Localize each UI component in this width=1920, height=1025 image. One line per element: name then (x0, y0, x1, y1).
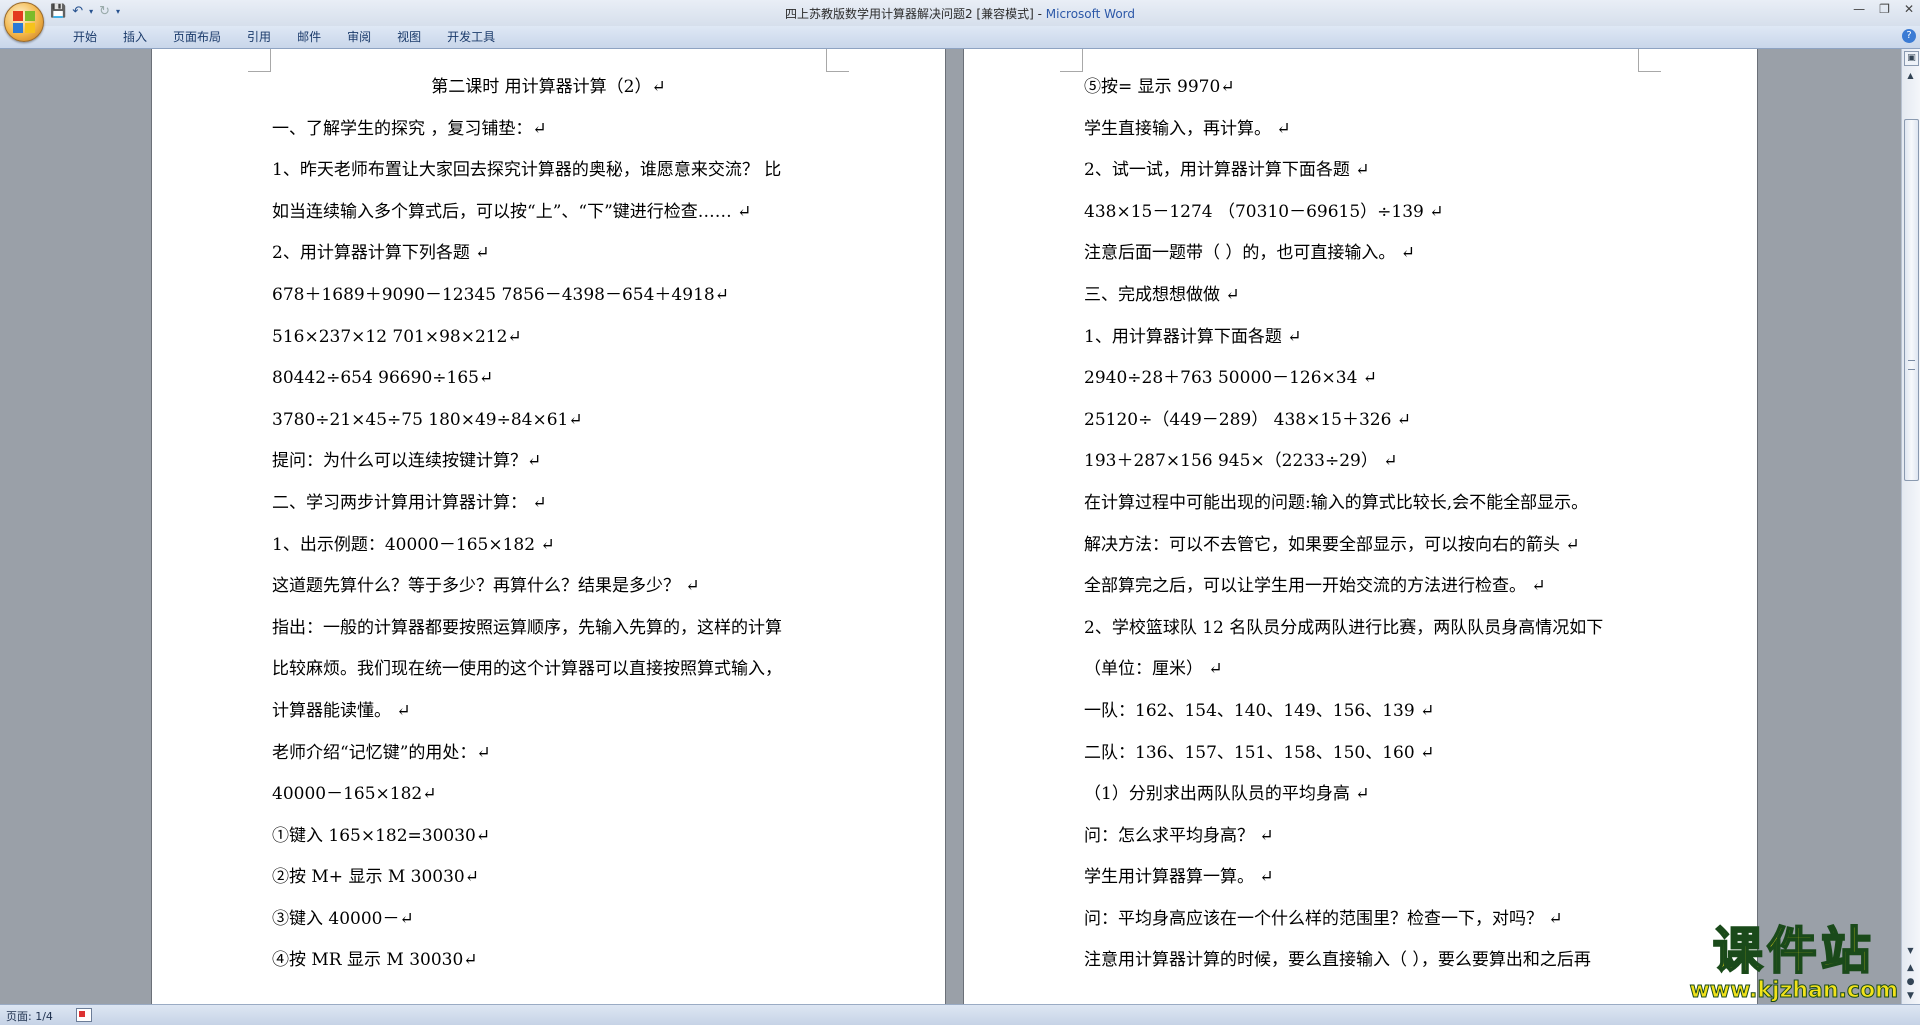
tab-references[interactable]: 引用 (234, 29, 284, 45)
text-line[interactable]: 2940÷28＋763 50000－126×34 ↵ (1084, 358, 1644, 400)
text-line[interactable]: 一队：162、154、140、149、156、139 ↵ (1084, 691, 1644, 733)
crop-mark (1060, 49, 1083, 72)
window-controls: — ❐ ✕ (1853, 2, 1914, 16)
text-line[interactable]: 193＋287×156 945×（2233÷29） ↵ (1084, 441, 1644, 483)
text-line[interactable]: 40000－165×182↵ (272, 774, 832, 816)
text-line[interactable]: 1、出示例题：40000－165×182 ↵ (272, 525, 832, 567)
text-line[interactable]: （1）分别求出两队队员的平均身高 ↵ (1084, 774, 1644, 816)
text-line[interactable]: 516×237×12 701×98×212↵ (272, 317, 832, 359)
select-browse-object-icon[interactable]: ● (1904, 975, 1917, 989)
vertical-scrollbar[interactable]: ▣ ▲ ▼ ▲ ● ▼ (1901, 49, 1920, 1005)
right-page-text[interactable]: ⑤按= 显示 9970↵ 学生直接输入，再计算。 ↵ 2、试一试，用计算器计算下面各… (1084, 67, 1644, 982)
title-bar: 💾 ↶ ▾ ↻ ▾ 四上苏教版数学用计算器解决问题2 [兼容模式] - Micr… (0, 0, 1920, 26)
text-line[interactable]: ④按 MR 显示 M 30030↵ (272, 940, 832, 982)
text-line[interactable]: 在计算过程中可能出现的问题:输入的算式比较长,会不能全部显示。 (1084, 483, 1644, 525)
restore-icon[interactable]: ❐ (1879, 2, 1890, 16)
text-line[interactable]: 80442÷654 96690÷165↵ (272, 358, 832, 400)
text-line[interactable]: 这道题先算什么？等于多少？再算什么？结果是多少？ ↵ (272, 566, 832, 608)
text-line[interactable]: 注意后面一题带（ ）的，也可直接输入。 ↵ (1084, 233, 1644, 275)
minimize-icon[interactable]: — (1853, 2, 1865, 16)
text-line[interactable]: 二、学习两步计算用计算器计算： ↵ (272, 483, 832, 525)
office-logo-icon (13, 11, 35, 33)
text-line[interactable]: 2、用计算器计算下列各题 ↵ (272, 233, 832, 275)
document-title: 四上苏教版数学用计算器解决问题2 [兼容模式] - (784, 7, 1046, 21)
text-line[interactable]: 438×15－1274 （70310－69615）÷139 ↵ (1084, 192, 1644, 234)
document-area[interactable]: 第二课时 用计算器计算（2）↵ 一、了解学生的探究 ，复习铺垫：↵ 1、昨天老师布置… (0, 49, 1902, 1005)
tab-page-layout[interactable]: 页面布局 (160, 29, 234, 45)
close-icon[interactable]: ✕ (1904, 2, 1914, 16)
text-line[interactable]: ③键入 40000－↵ (272, 899, 832, 941)
status-bar: 页面: 1/4 (0, 1004, 1920, 1025)
help-icon[interactable]: ? (1902, 29, 1916, 43)
tab-insert[interactable]: 插入 (110, 29, 160, 45)
watermark-logo: 课件站 www.kjzhan.com (1689, 922, 1899, 1003)
text-line[interactable]: ②按 M+ 显示 M 30030↵ (272, 857, 832, 899)
text-line[interactable]: 2、学校篮球队 12 名队员分成两队进行比赛，两队队员身高情况如下 (1084, 608, 1644, 650)
window-title: 四上苏教版数学用计算器解决问题2 [兼容模式] - Microsoft Word (0, 5, 1920, 22)
text-line[interactable]: 1、用计算器计算下面各题 ↵ (1084, 317, 1644, 359)
tab-review[interactable]: 审阅 (334, 29, 384, 45)
watermark-main: 课件站 (1712, 922, 1875, 980)
grip-icon (1908, 360, 1915, 370)
text-line[interactable]: 1、昨天老师布置让大家回去探究计算器的奥秘，谁愿意来交流？ 比 (272, 150, 832, 192)
text-line[interactable]: 一、了解学生的探究 ，复习铺垫：↵ (272, 109, 832, 151)
tab-home[interactable]: 开始 (60, 29, 110, 45)
proofing-icon[interactable] (76, 1008, 92, 1022)
text-line[interactable]: 比较麻烦。我们现在统一使用的这个计算器可以直接按照算式输入， (272, 649, 832, 691)
right-page[interactable]: ⑤按= 显示 9970↵ 学生直接输入，再计算。 ↵ 2、试一试，用计算器计算下面各… (964, 49, 1757, 1005)
crop-mark (248, 49, 271, 72)
text-line[interactable]: 全部算完之后，可以让学生用一开始交流的方法进行检查。 ↵ (1084, 566, 1644, 608)
text-line[interactable]: ①键入 165×182=30030↵ (272, 816, 832, 858)
view-ruler-icon[interactable]: ▣ (1904, 51, 1919, 66)
office-button[interactable] (4, 2, 44, 42)
text-line[interactable]: 问：怎么求平均身高？ ↵ (1084, 816, 1644, 858)
tab-mailings[interactable]: 邮件 (284, 29, 334, 45)
watermark-url: www.kjzhan.com (1689, 978, 1899, 1003)
text-line[interactable]: 二队：136、157、151、158、150、160 ↵ (1084, 733, 1644, 775)
left-page-text[interactable]: 第二课时 用计算器计算（2）↵ 一、了解学生的探究 ，复习铺垫：↵ 1、昨天老师布置… (272, 67, 832, 982)
previous-page-icon[interactable]: ▲ (1904, 961, 1917, 975)
text-line[interactable]: 计算器能读懂。 ↵ (272, 691, 832, 733)
ribbon-tabs: 开始 插入 页面布局 引用 邮件 审阅 视图 开发工具 (60, 29, 508, 45)
text-line[interactable]: 学生直接输入，再计算。 ↵ (1084, 109, 1644, 151)
text-line[interactable]: 3780÷21×45÷75 180×49÷84×61↵ (272, 400, 832, 442)
text-line[interactable]: 问：平均身高应该在一个什么样的范围里？检查一下，对吗？ ↵ (1084, 899, 1644, 941)
text-line[interactable]: 2、试一试，用计算器计算下面各题 ↵ (1084, 150, 1644, 192)
page-indicator[interactable]: 页面: 1/4 (6, 1008, 53, 1024)
text-line[interactable]: 注意用计算器计算的时候，要么直接输入（ ），要么要算出和之后再 (1084, 940, 1644, 982)
scroll-up-icon[interactable]: ▲ (1904, 69, 1917, 83)
text-line[interactable]: 25120÷（449－289） 438×15＋326 ↵ (1084, 400, 1644, 442)
next-page-icon[interactable]: ▼ (1904, 989, 1917, 1003)
text-line[interactable]: 解决方法：可以不去管它，如果要全部显示，可以按向右的箭头 ↵ (1084, 525, 1644, 567)
scroll-down-icon[interactable]: ▼ (1904, 944, 1917, 958)
tab-developer[interactable]: 开发工具 (434, 29, 508, 45)
text-line[interactable]: 如当连续输入多个算式后，可以按“上”、“下”键进行检查…… ↵ (272, 192, 832, 234)
text-line[interactable]: 指出：一般的计算器都要按照运算顺序，先输入先算的，这样的计算 (272, 608, 832, 650)
text-line[interactable]: 老师介绍“记忆键”的用处：↵ (272, 733, 832, 775)
app-name: Microsoft Word (1045, 7, 1136, 21)
text-line[interactable]: 三、完成想想做做 ↵ (1084, 275, 1644, 317)
text-line[interactable]: 第二课时 用计算器计算（2）↵ (272, 67, 825, 109)
scrollbar-thumb[interactable] (1904, 119, 1919, 481)
text-line[interactable]: （单位：厘米） ↵ (1084, 649, 1644, 691)
text-line[interactable]: 提问：为什么可以连续按键计算？↵ (272, 441, 832, 483)
ribbon-tabs-bar: 开始 插入 页面布局 引用 邮件 审阅 视图 开发工具 ? (0, 26, 1920, 49)
left-page[interactable]: 第二课时 用计算器计算（2）↵ 一、了解学生的探究 ，复习铺垫：↵ 1、昨天老师布置… (152, 49, 945, 1005)
text-line[interactable]: 学生用计算器算一算。 ↵ (1084, 857, 1644, 899)
text-line[interactable]: 678＋1689＋9090－12345 7856－4398－654＋4918↵ (272, 275, 832, 317)
tab-view[interactable]: 视图 (384, 29, 434, 45)
text-line[interactable]: ⑤按= 显示 9970↵ (1084, 67, 1644, 109)
